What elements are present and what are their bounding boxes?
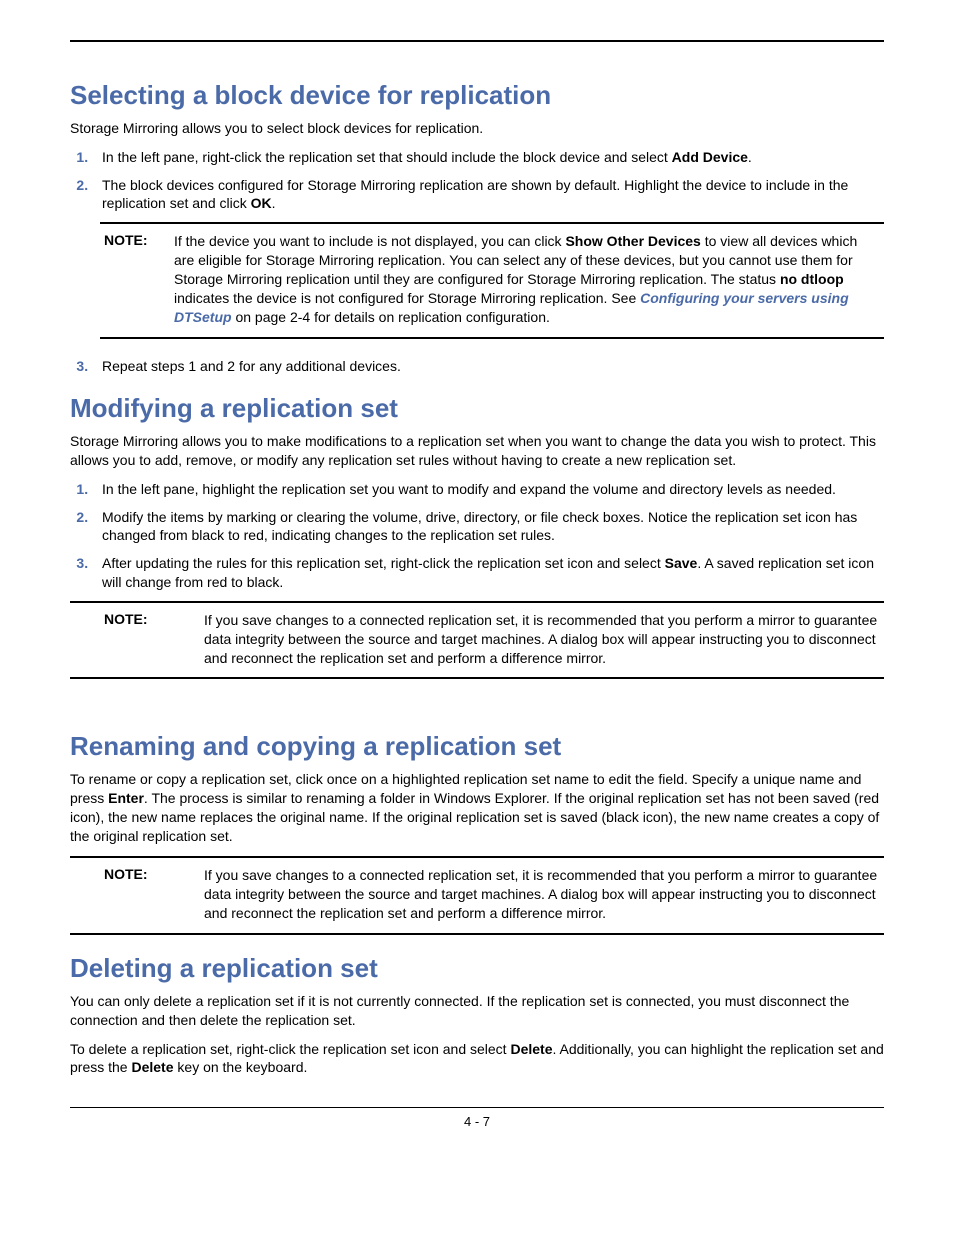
list-item: Modify the items by marking or clearing …: [92, 508, 884, 544]
note-box: NOTE: If you save changes to a connected…: [70, 601, 884, 680]
note-body: If you save changes to a connected repli…: [204, 611, 880, 668]
note-body: If the device you want to include is not…: [174, 232, 880, 326]
paragraph: Storage Mirroring allows you to select b…: [70, 119, 884, 138]
text: . The process is similar to renaming a f…: [70, 790, 879, 844]
text: In the left pane, highlight the replicat…: [92, 480, 884, 498]
paragraph: Storage Mirroring allows you to make mod…: [70, 432, 884, 470]
bold-text: Delete: [510, 1041, 552, 1057]
text: If the device you want to include is not…: [174, 233, 565, 249]
bold-text: Show Other Devices: [565, 233, 700, 249]
bold-text: Add Device: [672, 149, 748, 165]
list-item: In the left pane, highlight the replicat…: [92, 480, 884, 498]
list-item: The block devices configured for Storage…: [92, 176, 884, 212]
bold-text: OK: [251, 195, 272, 211]
note-label: NOTE:: [74, 866, 204, 923]
text: Modify the items by marking or clearing …: [92, 508, 884, 544]
text: on page 2-4 for details on replication c…: [232, 309, 550, 325]
heading-deleting-replication-set: Deleting a replication set: [70, 953, 884, 984]
text: The block devices configured for Storage…: [102, 177, 848, 211]
text: indicates the device is not configured f…: [174, 290, 640, 306]
heading-renaming-copying: Renaming and copying a replication set: [70, 731, 884, 762]
heading-selecting-block-device: Selecting a block device for replication: [70, 80, 884, 111]
text: To delete a replication set, right-click…: [70, 1041, 510, 1057]
text: After updating the rules for this replic…: [102, 555, 665, 571]
ordered-list: In the left pane, highlight the replicat…: [70, 480, 884, 591]
ordered-list: In the left pane, right-click the replic…: [70, 148, 884, 213]
paragraph: You can only delete a replication set if…: [70, 992, 884, 1030]
bold-text: Delete: [131, 1059, 173, 1075]
list-item: Repeat steps 1 and 2 for any additional …: [92, 357, 884, 375]
note-body: If you save changes to a connected repli…: [204, 866, 880, 923]
ordered-list: Repeat steps 1 and 2 for any additional …: [70, 357, 884, 375]
page-footer: 4 - 7: [70, 1107, 884, 1129]
bold-text: Enter: [108, 790, 144, 806]
text: key on the keyboard.: [174, 1059, 308, 1075]
note-box: NOTE: If the device you want to include …: [100, 222, 884, 338]
text: Repeat steps 1 and 2 for any additional …: [92, 357, 884, 375]
list-item: After updating the rules for this replic…: [92, 554, 884, 590]
heading-modifying-replication-set: Modifying a replication set: [70, 393, 884, 424]
note-label: NOTE:: [74, 611, 204, 668]
note-label: NOTE:: [104, 232, 174, 326]
text: In the left pane, right-click the replic…: [102, 149, 672, 165]
list-item: In the left pane, right-click the replic…: [92, 148, 884, 166]
text: .: [748, 149, 752, 165]
bold-text: no dtloop: [780, 271, 844, 287]
paragraph: To rename or copy a replication set, cli…: [70, 770, 884, 846]
paragraph: To delete a replication set, right-click…: [70, 1040, 884, 1078]
note-box: NOTE: If you save changes to a connected…: [70, 856, 884, 935]
text: .: [272, 195, 276, 211]
document-page: Selecting a block device for replication…: [70, 40, 884, 1129]
bold-text: Save: [665, 555, 698, 571]
